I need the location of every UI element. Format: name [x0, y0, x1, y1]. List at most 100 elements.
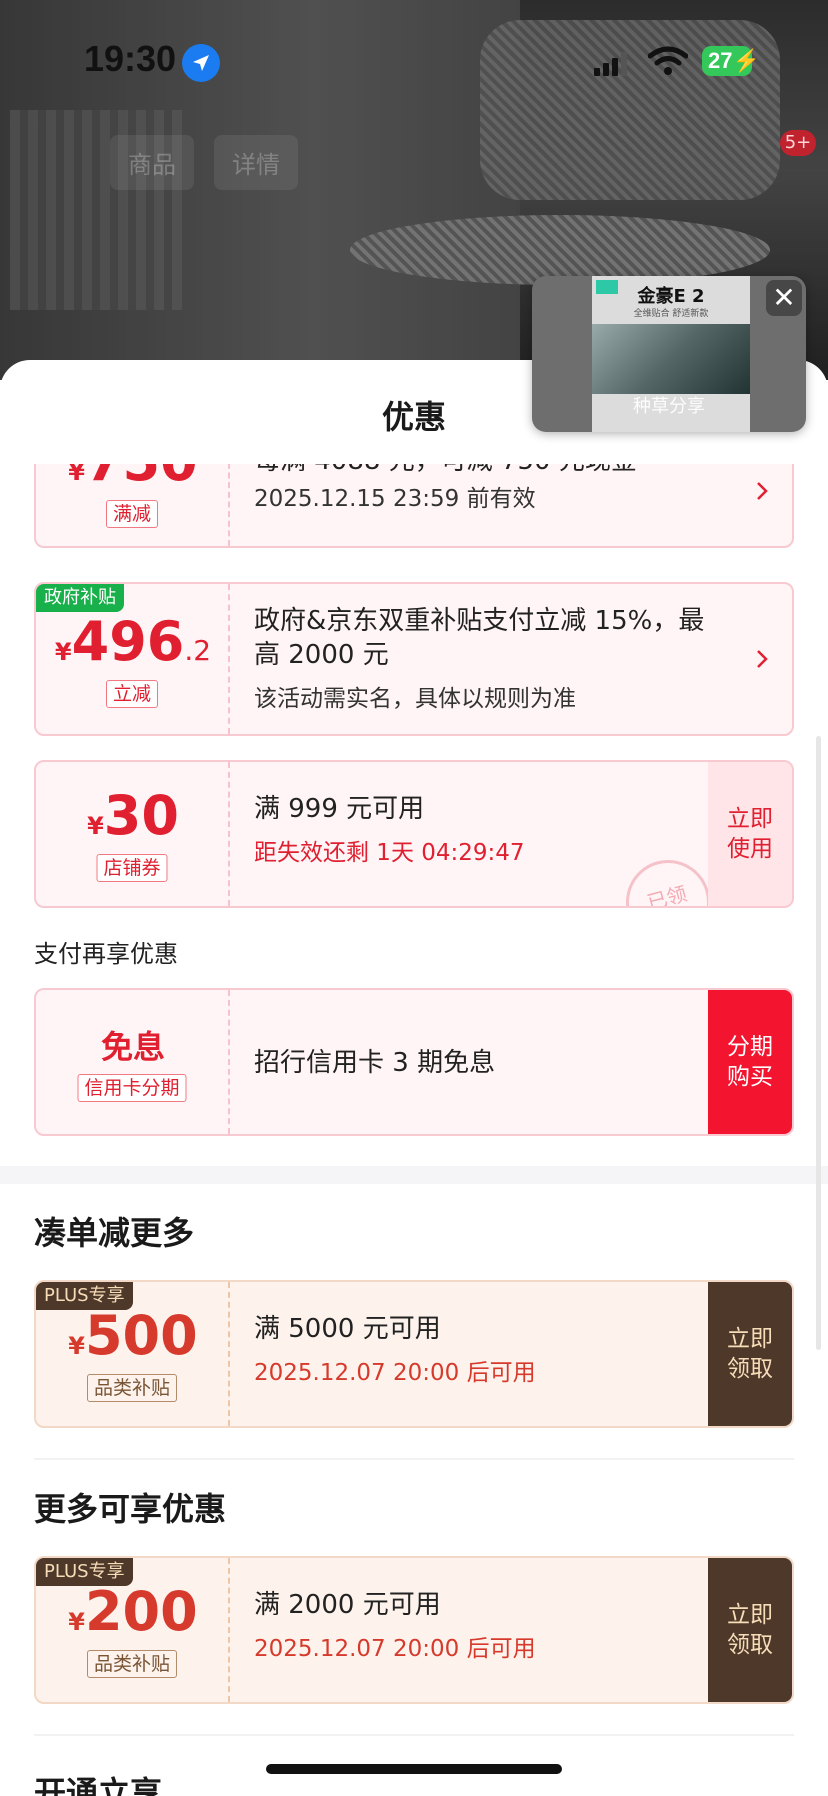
video-product-photo	[592, 324, 750, 394]
combine-section-heading: 凑单减更多	[34, 1214, 195, 1252]
amount-value: 750	[85, 464, 198, 493]
use-now-button[interactable]: 立即 使用	[708, 762, 792, 906]
coupon-card-government-subsidy[interactable]: ¥496.2 立减 政府补贴 政府&京东双重补贴支付立减 15%，最 高 200…	[34, 582, 794, 736]
home-indicator[interactable]	[266, 1764, 562, 1774]
section-divider	[34, 1734, 794, 1736]
coupon-card-installment[interactable]: 免息 信用卡分期 招行信用卡 3 期免息 分期购买	[34, 988, 794, 1136]
discount-list[interactable]: ¥750 满减 每满 4088 元，可减 750 元现金 2025.12.15 …	[0, 464, 828, 1796]
coupon-amount: ¥200	[36, 1580, 230, 1643]
close-icon[interactable]: ✕	[766, 280, 802, 316]
discount-sheet: 优惠 ¥750 满减 每满 4088 元，可减 750 元现金 2025.12.…	[0, 360, 828, 1796]
interest-free-label: 免息	[100, 1028, 165, 1066]
video-product-subtitle: 全维贴合 舒适新款	[633, 309, 709, 319]
coupon-amount: ¥750	[36, 464, 230, 493]
amount-value: 500	[84, 1304, 198, 1367]
amount-value: 200	[84, 1580, 198, 1643]
coupon-card-plus-200[interactable]: ¥200 品类补贴 PLUS专享 满 2000 元可用 2025.12.07 2…	[34, 1556, 794, 1704]
wifi-icon	[648, 46, 688, 75]
status-time: 19:30	[84, 38, 177, 79]
coupon-available-time: 2025.12.07 20:00 后可用	[254, 1636, 536, 1662]
coupon-details: 每满 4088 元，可减 750 元现金 2025.12.15 23:59 前有…	[254, 464, 637, 514]
amount-value: 30	[103, 784, 179, 847]
coupon-rule-continued: 高 2000 元	[254, 640, 389, 670]
coupon-details: 满 5000 元可用 2025.12.07 20:00 后可用	[254, 1312, 536, 1388]
next-section-heading: 开通立享	[34, 1774, 163, 1796]
video-caption: 种草分享	[633, 396, 705, 417]
coupon-left: ¥750 满减	[36, 464, 230, 546]
coupon-rule: 满 2000 元可用	[254, 1590, 441, 1620]
currency-symbol: ¥	[87, 812, 104, 840]
coupon-countdown: 距失效还剩 1天 04:29:47	[254, 840, 525, 866]
credit-installment-tag: 信用卡分期	[77, 1074, 187, 1102]
coupon-rule: 政府&京东双重补贴支付立减 15%，最	[254, 606, 705, 636]
status-bar: 19:30 27⚡	[0, 30, 828, 90]
coupon-card-store[interactable]: ¥30 店铺券 满 999 元可用 距失效还剩 1天 04:29:47 已领 立…	[34, 760, 794, 908]
claim-now-button[interactable]: 立即 领取	[708, 1558, 792, 1702]
claimed-stamp: 已领	[616, 850, 720, 906]
coupon-details: 满 999 元可用 距失效还剩 1天 04:29:47	[254, 792, 525, 868]
coupon-type-tag: 店铺券	[96, 854, 168, 882]
cellular-signal-icon	[594, 52, 627, 76]
installment-buy-label-2: 购买	[727, 1064, 773, 1090]
coupon-note: 该活动需实名，具体以规则为准	[254, 686, 576, 712]
background-tab: 详情	[214, 135, 298, 190]
installment-buy-label-1: 分期	[727, 1034, 773, 1060]
currency-symbol: ¥	[68, 464, 85, 486]
battery-indicator: 27⚡	[702, 46, 760, 76]
coupon-validity: 2025.12.15 23:59 前有效	[254, 486, 536, 512]
installment-offer: 招行信用卡 3 期免息	[254, 1048, 496, 1078]
video-product-title: 金豪E 2	[637, 286, 705, 307]
amount-decimal: .2	[184, 634, 212, 667]
coupon-details: 满 2000 元可用 2025.12.07 20:00 后可用	[254, 1588, 536, 1664]
coupon-rule: 每满 4088 元，可减 750 元现金	[254, 464, 637, 478]
claim-now-label: 立即 领取	[727, 1324, 773, 1384]
scrollbar-thumb[interactable]	[816, 736, 821, 1350]
amount-value: 496	[71, 610, 185, 673]
claim-now-label-2: 领取	[727, 1632, 773, 1658]
chevron-right-icon[interactable]	[754, 480, 770, 502]
currency-symbol: ¥	[68, 1608, 85, 1636]
category-subsidy-tag: 品类补贴	[86, 1374, 178, 1402]
plus-exclusive-badge: PLUS专享	[36, 1558, 133, 1586]
coupon-rule: 满 999 元可用	[254, 794, 425, 824]
section-divider	[34, 1458, 794, 1460]
coupon-available-time: 2025.12.07 20:00 后可用	[254, 1360, 536, 1386]
use-now-label-2: 使用	[727, 836, 773, 862]
use-now-label: 立即 使用	[727, 804, 773, 864]
payment-section-label: 支付再享优惠	[34, 940, 178, 968]
message-count-badge: 5+	[780, 130, 816, 156]
coupon-type-tag: 立减	[105, 680, 159, 708]
use-now-label-1: 立即	[727, 806, 773, 832]
background-tabs: 商品 详情	[110, 135, 298, 190]
coupon-left: 免息 信用卡分期	[36, 990, 230, 1134]
coupon-card-plus-500[interactable]: ¥500 品类补贴 PLUS专享 满 5000 元可用 2025.12.07 2…	[34, 1280, 794, 1428]
battery-level: 27	[708, 48, 733, 73]
coupon-left: ¥30 店铺券	[36, 762, 230, 906]
currency-symbol: ¥	[54, 638, 72, 666]
coupon-rule: 满 5000 元可用	[254, 1314, 441, 1344]
coupon-details: 招行信用卡 3 期免息	[254, 1046, 495, 1080]
more-section-heading: 更多可享优惠	[34, 1490, 227, 1528]
installment-buy-label: 分期 购买	[727, 1032, 773, 1092]
location-arrow-icon	[182, 44, 220, 82]
coupon-amount: ¥496.2	[36, 610, 230, 673]
chevron-right-icon[interactable]	[754, 648, 770, 670]
section-separator	[0, 1166, 828, 1184]
coupon-type-tag: 满减	[105, 500, 159, 528]
coupon-details: 政府&京东双重补贴支付立减 15%，最 高 2000 元 该活动需实名，具体以规…	[254, 604, 704, 714]
plus-exclusive-badge: PLUS专享	[36, 1282, 133, 1310]
government-subsidy-badge: 政府补贴	[36, 584, 124, 612]
coupon-card-full-reduction[interactable]: ¥750 满减 每满 4088 元，可减 750 元现金 2025.12.15 …	[34, 464, 794, 548]
installment-buy-button[interactable]: 分期 购买	[708, 990, 792, 1134]
claim-now-label-1: 立即	[727, 1326, 773, 1352]
category-subsidy-tag: 品类补贴	[86, 1650, 178, 1678]
coupon-amount: ¥30	[36, 784, 230, 847]
coupon-amount: ¥500	[36, 1304, 230, 1367]
background-tab: 商品	[110, 135, 194, 190]
floating-video-window[interactable]: 金豪E 2 全维贴合 舒适新款 种草分享 ✕	[532, 276, 806, 432]
claim-now-label: 立即 领取	[727, 1600, 773, 1660]
claim-now-button[interactable]: 立即 领取	[708, 1282, 792, 1426]
claim-now-label-2: 领取	[727, 1356, 773, 1382]
claim-now-label-1: 立即	[727, 1602, 773, 1628]
currency-symbol: ¥	[68, 1332, 85, 1360]
